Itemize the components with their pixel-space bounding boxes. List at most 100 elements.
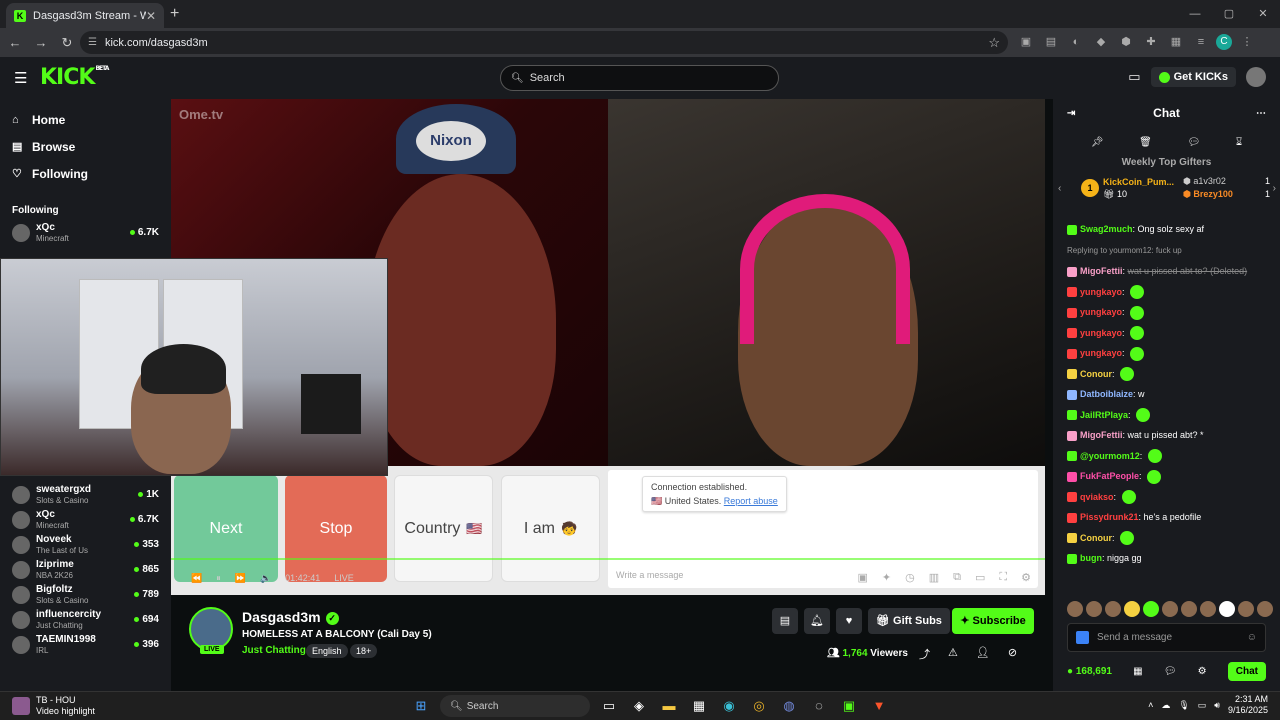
tray-chevron-icon[interactable]: ˄: [1148, 700, 1153, 710]
chat-username[interactable]: yungkayo: [1080, 328, 1122, 338]
chat-send-button[interactable]: Chat: [1227, 661, 1266, 681]
emote-icon[interactable]: [1086, 601, 1102, 617]
chat-username[interactable]: bugn: [1080, 553, 1102, 563]
emote-icon[interactable]: [1105, 601, 1121, 617]
kick-logo[interactable]: KICKBETA: [40, 65, 109, 90]
trash-icon[interactable]: 🗑︎: [1139, 137, 1152, 148]
report-icon[interactable]: ⚠: [948, 646, 958, 662]
following-channel[interactable]: Iziprime NBA 2K26 865: [0, 557, 171, 582]
following-channel[interactable]: Noveek The Last of Us 353: [0, 532, 171, 557]
gifter-3-name[interactable]: ⬢ Brezy100: [1183, 189, 1233, 200]
chat-username[interactable]: yungkayo: [1080, 307, 1122, 317]
chat-username[interactable]: MigoFettii: [1080, 430, 1123, 440]
report-abuse-link[interactable]: Report abuse: [724, 496, 778, 506]
emote-icon[interactable]: [1257, 601, 1273, 617]
new-tab-icon[interactable]: +: [170, 5, 179, 23]
hamburger-menu-icon[interactable]: ☰: [14, 69, 27, 87]
pip-icon[interactable]: ⧉: [953, 571, 961, 584]
puzzle-extension-icon[interactable]: ✚: [1141, 32, 1161, 52]
forward-icon[interactable]: →: [30, 35, 52, 50]
chat-username[interactable]: yungkayo: [1080, 287, 1122, 297]
sidebar-item-following[interactable]: ♡ Following: [0, 160, 171, 187]
media-widget[interactable]: TB - HOU Video highlight: [12, 695, 95, 717]
chat-username[interactable]: qviakso: [1080, 492, 1114, 502]
clip-icon[interactable]: ▣: [858, 571, 868, 584]
emote-icon[interactable]: [1200, 601, 1216, 617]
chat-username[interactable]: MigoFettii: [1080, 266, 1123, 276]
following-channel[interactable]: sweatergxd Slots & Casino 1K: [0, 482, 171, 507]
task-view-icon[interactable]: ▭: [598, 695, 620, 717]
stop-button[interactable]: Stop: [285, 475, 387, 582]
minimize-icon[interactable]: —: [1178, 0, 1212, 28]
chat-username[interactable]: Conour: [1080, 533, 1112, 543]
chat-menu-icon[interactable]: ⋯: [1256, 108, 1266, 119]
sparkle-icon[interactable]: ✦: [882, 571, 891, 584]
windows-start-icon[interactable]: ⊞: [410, 695, 432, 717]
chat-username[interactable]: FukFatPeople: [1080, 471, 1139, 481]
i-am-button[interactable]: I am 🧒: [501, 475, 600, 582]
chat-username[interactable]: Conour: [1080, 369, 1112, 379]
forward-icon[interactable]: ⏩: [235, 573, 246, 584]
subscribe-button[interactable]: ✦ Subscribe: [952, 608, 1034, 634]
tag-english[interactable]: English: [306, 644, 348, 658]
chat-username[interactable]: yungkayo: [1080, 348, 1122, 358]
kick-app-icon[interactable]: ▣: [838, 695, 860, 717]
browser-menu-icon[interactable]: ⋮: [1237, 32, 1257, 52]
get-kicks-button[interactable]: Get KICKs: [1150, 67, 1236, 87]
chrome-icon[interactable]: ◎: [748, 695, 770, 717]
gifter-2-name[interactable]: ⬢ a1v3r02: [1183, 176, 1226, 187]
maximize-icon[interactable]: ▢: [1212, 0, 1246, 28]
chevron-right-icon[interactable]: ›: [1273, 183, 1276, 194]
video-progress-bar[interactable]: [171, 558, 1045, 560]
emote-icon[interactable]: [1162, 601, 1178, 617]
chat-username[interactable]: Datboiblaize: [1080, 389, 1133, 399]
file-explorer-icon[interactable]: ▬: [658, 695, 680, 717]
fullscreen-icon[interactable]: ⛶: [999, 571, 1007, 584]
emote-icon[interactable]: [1181, 601, 1197, 617]
clock[interactable]: 2:31 AM 9/16/2025: [1228, 694, 1268, 716]
user-card-icon[interactable]: 👤︎: [976, 646, 990, 662]
chat-username[interactable]: @yourmom12: [1080, 451, 1140, 461]
copilot-icon[interactable]: ◈: [628, 695, 650, 717]
edge-icon[interactable]: ◉: [718, 695, 740, 717]
notes-button[interactable]: ▤: [772, 608, 798, 634]
following-channel[interactable]: TAEMIN1998 IRL 396: [0, 632, 171, 657]
kick-coins[interactable]: ● 168,691: [1067, 666, 1112, 677]
cloud-icon[interactable]: ☁: [1161, 700, 1170, 711]
gift-subs-button[interactable]: 🎁︎ Gift Subs: [868, 608, 950, 634]
discord-icon[interactable]: ◍: [778, 695, 800, 717]
screen-extension-icon[interactable]: ▤: [1041, 32, 1061, 52]
shield-extension-icon[interactable]: ⬢: [1116, 32, 1136, 52]
brave-icon[interactable]: ▼: [868, 695, 890, 717]
follow-heart-button[interactable]: ♥: [836, 608, 862, 634]
speaker-icon[interactable]: 🔊︎: [1214, 700, 1220, 711]
sidebar-item-home[interactable]: ⌂ Home: [0, 106, 171, 133]
hourglass-icon[interactable]: ⌛︎: [1236, 137, 1242, 148]
steam-icon[interactable]: ◌: [808, 695, 830, 717]
chat-bubble-icon[interactable]: 💬︎: [1188, 137, 1201, 148]
mic-icon[interactable]: 🎙︎: [1178, 700, 1189, 711]
settings-icon[interactable]: ⚙: [1021, 571, 1031, 584]
stream-category[interactable]: Just Chatting: [242, 645, 306, 656]
emote-icon[interactable]: [1143, 601, 1159, 617]
reload-icon[interactable]: ↻: [56, 35, 78, 51]
wallet-icon[interactable]: ▭: [1128, 69, 1140, 85]
share-icon[interactable]: ⤴: [919, 646, 930, 662]
pin-icon[interactable]: 📌︎: [1091, 137, 1104, 148]
bookmark-star-icon[interactable]: ☆: [988, 35, 1000, 51]
chat-username[interactable]: Pissydrunk21: [1080, 512, 1139, 522]
vpn-extension-icon[interactable]: ◆: [1091, 32, 1111, 52]
bell-button[interactable]: 🔔︎: [804, 608, 830, 634]
write-message-input[interactable]: Write a message: [616, 570, 683, 580]
chat-username[interactable]: JailRtPlaya: [1080, 410, 1128, 420]
back-icon[interactable]: ←: [4, 35, 26, 50]
search-input[interactable]: 🔍︎ Search: [500, 65, 779, 91]
site-info-icon[interactable]: ☰: [88, 37, 97, 48]
taskbar-search[interactable]: 🔍︎ Search: [440, 695, 590, 717]
next-button[interactable]: Next: [174, 475, 278, 582]
user-avatar[interactable]: [1246, 67, 1266, 87]
theater-icon[interactable]: ▭: [975, 571, 985, 584]
sidebar-item-browse[interactable]: ▤ Browse: [0, 133, 171, 160]
reading-list-icon[interactable]: ≡: [1191, 32, 1211, 52]
chevron-left-icon[interactable]: ‹: [1058, 183, 1061, 194]
